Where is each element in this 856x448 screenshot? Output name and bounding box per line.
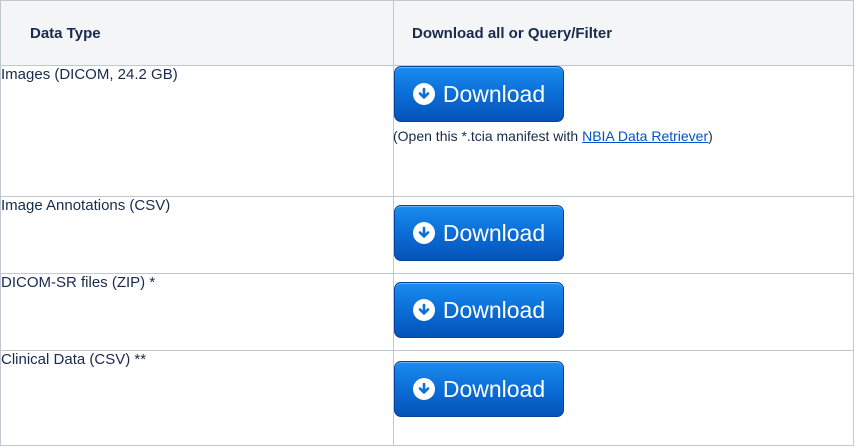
data-download-table: Data Type Download all or Query/Filter I…: [0, 0, 854, 446]
header-data-type: Data Type: [0, 0, 394, 66]
manifest-note-suffix: ): [708, 128, 713, 144]
circle-arrow-down-icon: [412, 378, 435, 400]
cell-images-action: Download (Open this *.tcia manifest with…: [393, 65, 854, 197]
cell-annotations-label: Image Annotations (CSV): [0, 196, 394, 274]
download-button-label: Download: [442, 219, 546, 246]
table-row-annotations: Image Annotations (CSV) Download: [0, 196, 854, 274]
header-data-type-label: Data Type: [30, 24, 101, 42]
download-button-clinical[interactable]: Download: [394, 361, 564, 417]
circle-arrow-down-icon: [412, 83, 435, 105]
header-download: Download all or Query/Filter: [393, 0, 854, 66]
download-button-dicom-sr[interactable]: Download: [394, 282, 564, 338]
cell-clinical-label: Clinical Data (CSV) **: [0, 350, 394, 446]
header-download-label: Download all or Query/Filter: [412, 24, 613, 42]
circle-arrow-down-icon: [412, 299, 435, 321]
table-row-dicom-sr: DICOM-SR files (ZIP) * Download: [0, 273, 854, 351]
manifest-note: (Open this *.tcia manifest with NBIA Dat…: [393, 128, 803, 145]
circle-arrow-down-icon: [412, 222, 435, 244]
download-button-annotations[interactable]: Download: [394, 205, 564, 261]
table-row-clinical: Clinical Data (CSV) ** Download: [0, 350, 854, 446]
cell-annotations-action: Download: [393, 196, 854, 274]
download-button-images[interactable]: Download: [394, 66, 564, 122]
download-button-label: Download: [442, 375, 546, 402]
cell-images-label: Images (DICOM, 24.2 GB): [0, 65, 394, 197]
cell-dicom-sr-action: Download: [393, 273, 854, 351]
table-row-images: Images (DICOM, 24.2 GB) Download (Open t…: [0, 65, 854, 197]
page: Data Type Download all or Query/Filter I…: [0, 0, 856, 448]
download-button-label: Download: [442, 296, 546, 323]
table-header-row: Data Type Download all or Query/Filter: [0, 0, 854, 66]
cell-dicom-sr-label: DICOM-SR files (ZIP) *: [0, 273, 394, 351]
nbia-data-retriever-link[interactable]: NBIA Data Retriever: [582, 128, 708, 144]
download-button-label: Download: [442, 80, 546, 107]
cell-clinical-action: Download: [393, 350, 854, 446]
manifest-note-prefix: (Open this *.tcia manifest with: [393, 128, 583, 144]
